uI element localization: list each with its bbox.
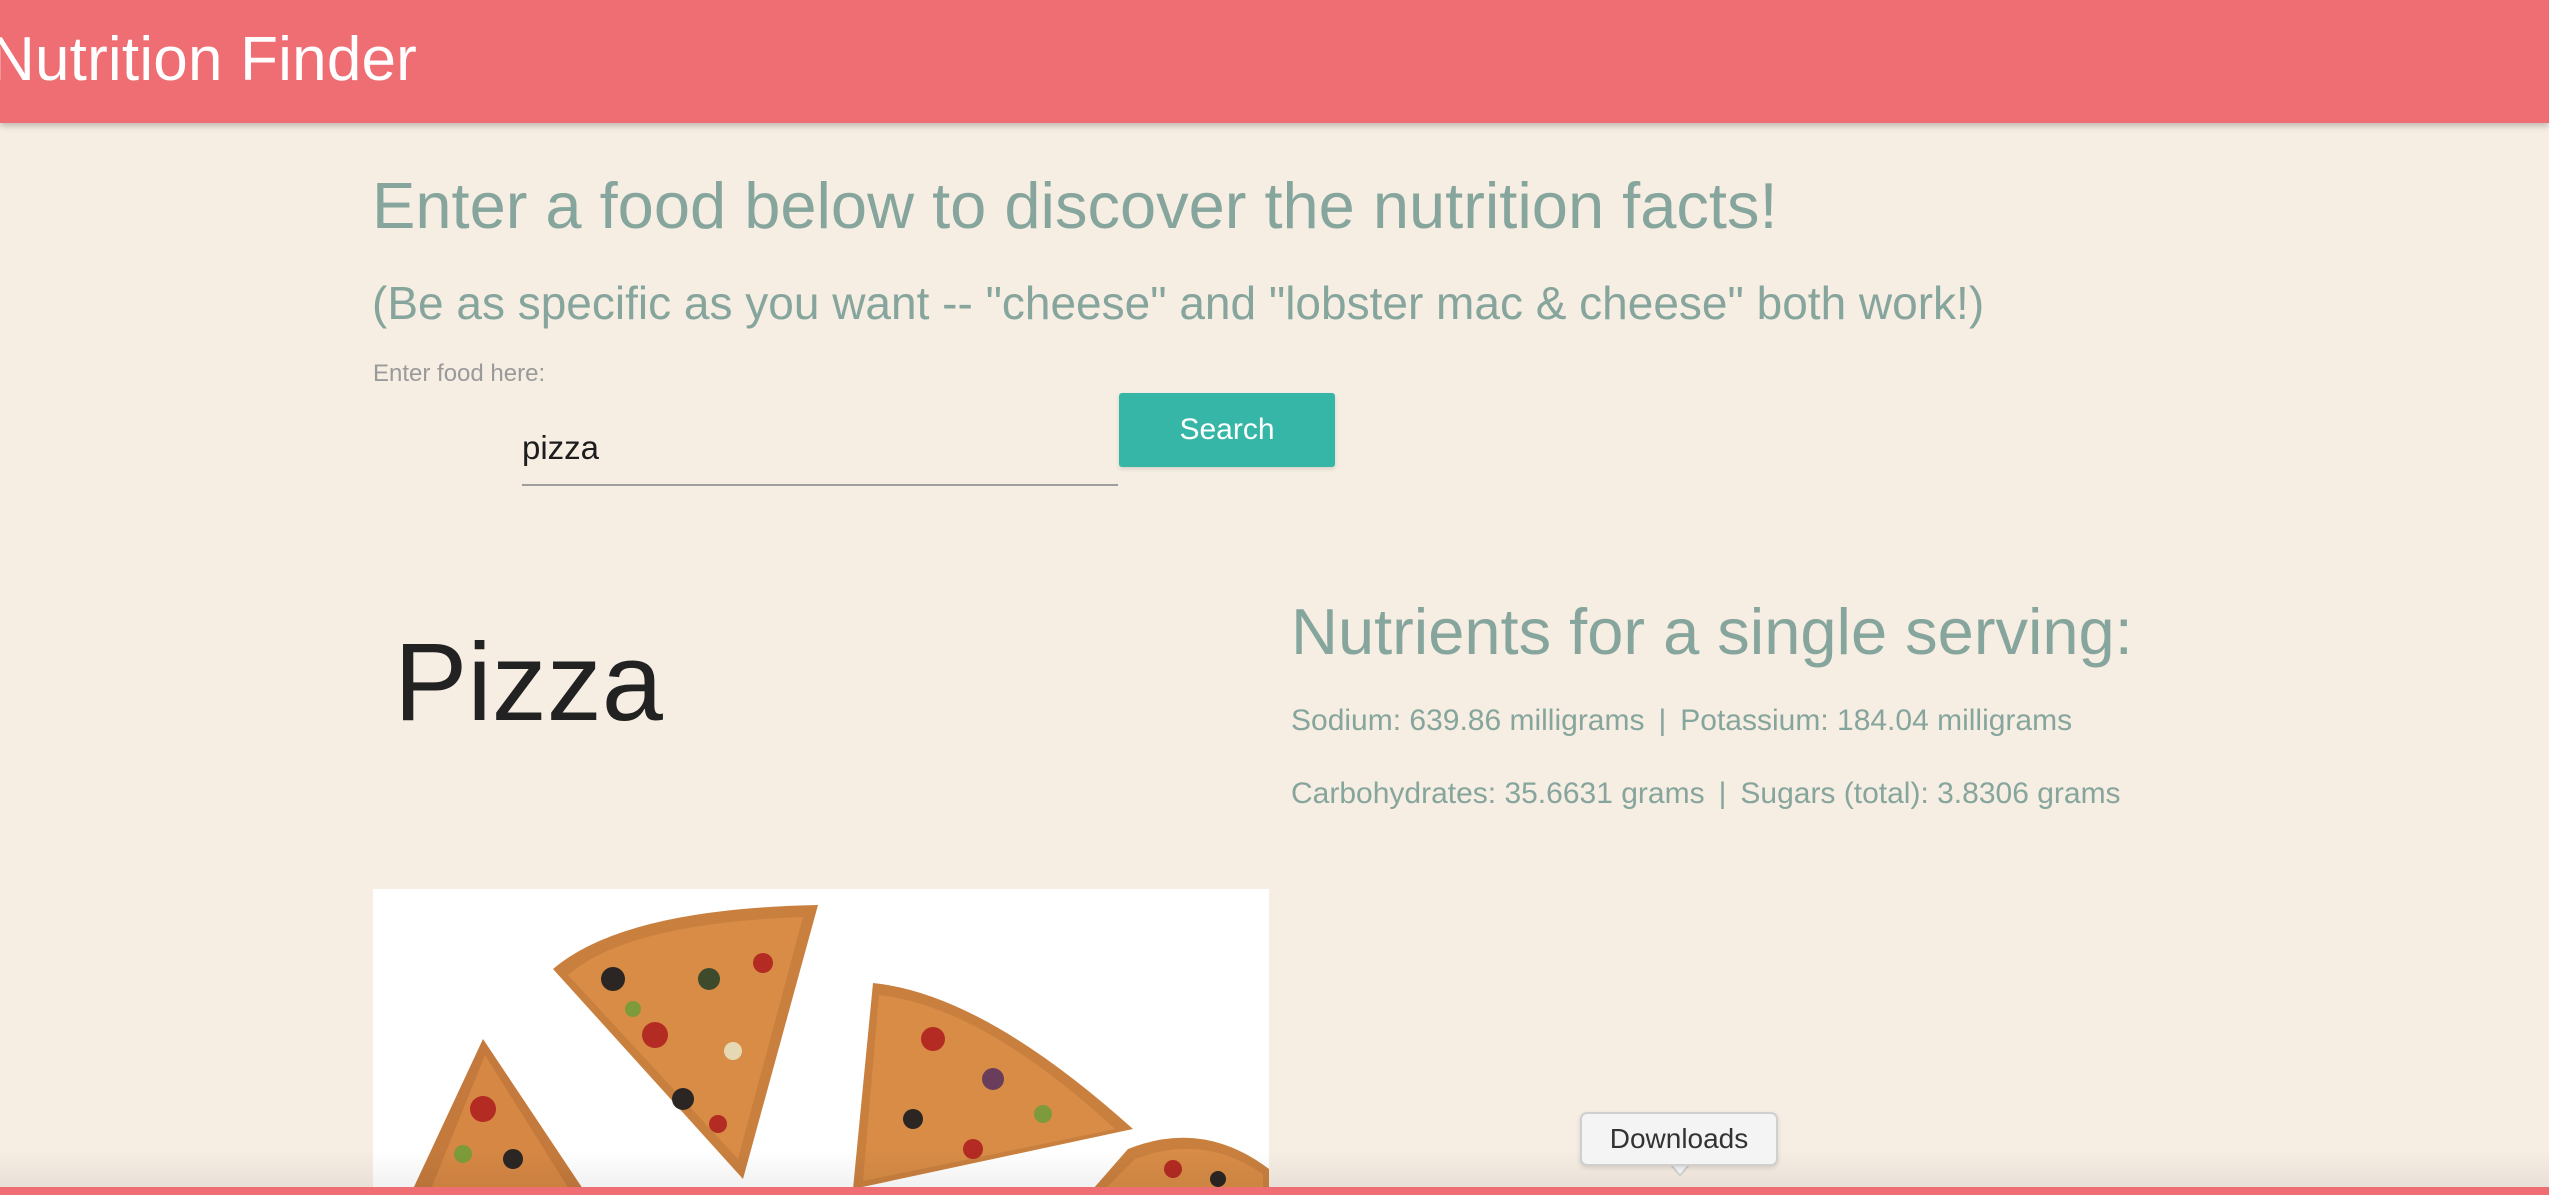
page-headline: Enter a food below to discover the nutri…	[372, 169, 1778, 242]
sodium-value: Sodium: 639.86 milligrams	[1291, 704, 1645, 737]
separator: |	[1718, 777, 1727, 810]
brand-title[interactable]: Nutrition Finder	[0, 22, 417, 98]
nutrients-heading: Nutrients for a single serving:	[1291, 595, 2133, 668]
bottom-strip	[0, 1187, 2549, 1195]
app-header: Nutrition Finder	[0, 0, 2549, 123]
separator: |	[1658, 704, 1667, 737]
nutrient-row-minerals: Sodium: 639.86 milligrams | Potassium: 184…	[1291, 699, 2131, 743]
carbohydrates-value: Carbohydrates: 35.6631 grams	[1291, 777, 1705, 810]
pizza-slices-image	[373, 889, 1269, 1189]
pizza-illustration	[373, 889, 1269, 1189]
search-button[interactable]: Search	[1119, 393, 1335, 467]
food-input-label: Enter food here:	[373, 360, 546, 387]
food-name-title: Pizza	[394, 621, 663, 744]
page-subheadline: (Be as specific as you want -- "cheese" …	[372, 277, 1985, 329]
sugars-value: Sugars (total): 3.8306 grams	[1740, 777, 2121, 810]
potassium-value: Potassium: 184.04 milligrams	[1680, 704, 2073, 737]
food-search-input[interactable]	[522, 412, 1118, 486]
downloads-tooltip: Downloads	[1580, 1112, 1778, 1166]
nutrient-row-carbs: Carbohydrates: 35.6631 grams | Sugars (tot…	[1291, 772, 2131, 816]
